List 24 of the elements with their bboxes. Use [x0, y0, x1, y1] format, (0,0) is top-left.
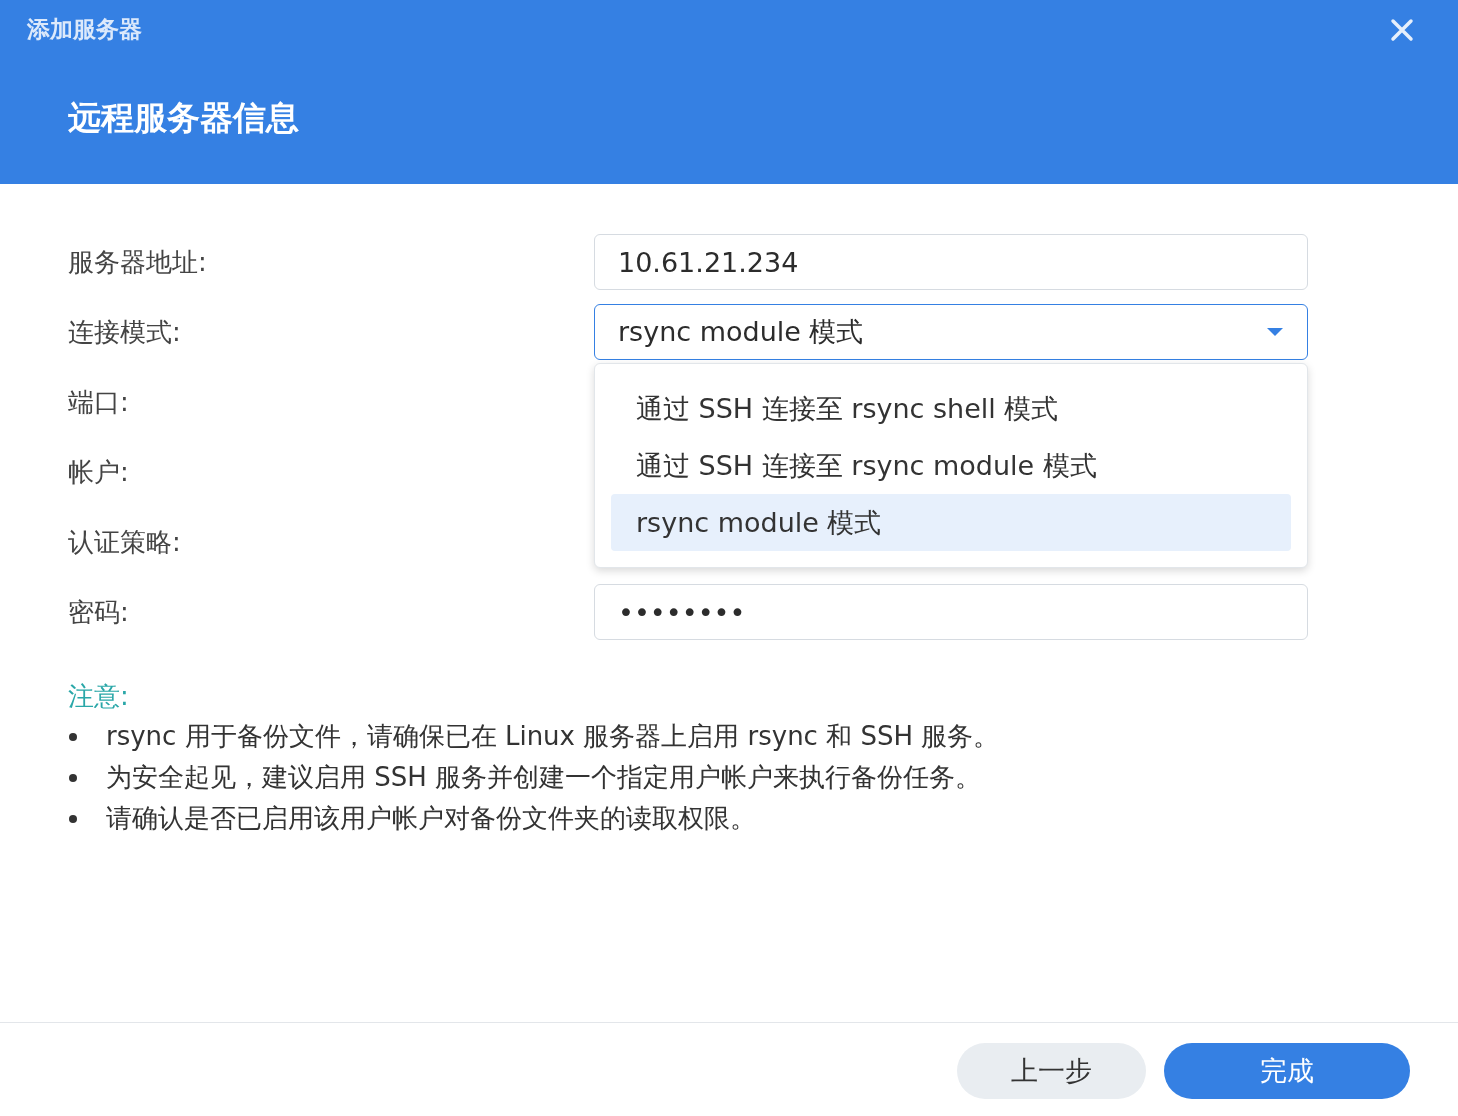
note-text: 为安全起见，建议启用 SSH 服务并创建一个指定用户帐户来执行备份任务。 — [106, 761, 982, 794]
note-heading: 注意: — [68, 679, 130, 713]
note-text: 请确认是否已启用该用户帐户对备份文件夹的读取权限。 — [106, 802, 756, 835]
field-label: 认证策略: — [68, 525, 182, 559]
bullet-icon — [69, 773, 77, 782]
note-text: rsync 用于备份文件，请确保已在 Linux 服务器上启用 rsync 和 SSH 服务。 — [106, 720, 1000, 753]
dropdown-option[interactable]: 通过 SSH 连接至 rsync module 模式 — [611, 437, 1291, 494]
back-button[interactable]: 上一步 — [957, 1043, 1146, 1099]
dropdown-option[interactable]: 通过 SSH 连接至 rsync shell 模式 — [611, 380, 1291, 437]
close-icon[interactable] — [1390, 18, 1414, 42]
dialog-title: 添加服务器 — [27, 15, 142, 44]
bullet-icon — [69, 732, 77, 741]
dropdown-option[interactable]: rsync module 模式 — [611, 494, 1291, 551]
address-input[interactable]: 10.61.21.234 — [594, 234, 1308, 290]
field-label: 连接模式: — [68, 315, 182, 349]
section-title: 远程服务器信息 — [68, 97, 299, 139]
password-input[interactable]: •••••••• — [594, 584, 1308, 640]
bullet-icon — [69, 814, 77, 823]
field-label: 密码: — [68, 595, 130, 629]
mode-dropdown[interactable]: rsync module 模式 — [594, 304, 1308, 360]
finish-button[interactable]: 完成 — [1164, 1043, 1410, 1099]
field-label: 服务器地址: — [68, 245, 208, 279]
field-label: 端口: — [68, 385, 130, 419]
field-label: 帐户: — [68, 455, 130, 489]
